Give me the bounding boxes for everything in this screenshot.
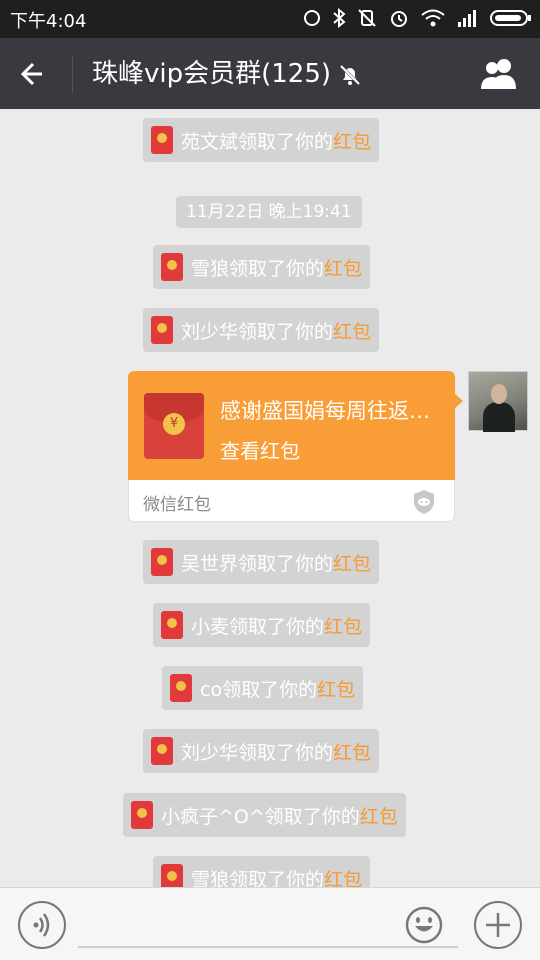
bubble-tail	[454, 393, 463, 409]
red-packet-link[interactable]: 红包	[324, 254, 362, 281]
status-time: 下午4:04	[10, 11, 87, 32]
chat-header: 珠峰vip会员群(125)	[0, 38, 540, 109]
vibrate-off-icon	[356, 8, 378, 32]
alarm-icon	[388, 8, 410, 32]
system-message: 刘少华领取了你的 红包	[143, 308, 380, 352]
system-message-text: 雪狼领取了你的	[191, 868, 325, 888]
system-message: 小麦领取了你的 红包	[153, 603, 371, 647]
red-packet-icon	[151, 316, 173, 344]
red-envelope-icon: ¥	[144, 393, 204, 459]
arrow-left-icon	[20, 62, 42, 86]
red-packet-link[interactable]: 红包	[333, 127, 371, 154]
red-packet-icon	[161, 864, 183, 887]
chat-messages[interactable]: 苑文斌领取了你的 红包 11月22日 晚上19:41 雪狼领取了你的 红包 刘少华领…	[0, 109, 540, 887]
system-message: 雪狼领取了你的 红包	[153, 856, 371, 888]
wechat-red-packet-label: 微信红包	[143, 495, 211, 515]
battery-icon	[490, 8, 532, 32]
system-message-text: 刘少华领取了你的	[181, 741, 334, 764]
system-message-text: 小疯子^O^领取了你的	[161, 805, 360, 828]
red-packet-icon	[161, 253, 183, 281]
red-packet-link[interactable]: 红包	[324, 612, 362, 639]
status-bar: 下午4:04	[0, 0, 540, 38]
system-message-text: 苑文斌领取了你的	[181, 130, 334, 153]
red-packet-link[interactable]: 红包	[317, 675, 355, 702]
header-divider	[72, 56, 73, 92]
plus-icon	[486, 913, 510, 937]
red-packet-link[interactable]: 红包	[333, 549, 371, 576]
voice-icon	[33, 913, 50, 937]
red-packet-link[interactable]: 红包	[360, 802, 398, 829]
system-message-text: co领取了你的	[200, 678, 318, 701]
system-message-text: 吴世界领取了你的	[181, 552, 334, 575]
red-packet-message[interactable]: ¥ 感谢盛国娟每周往返… 查看红包 微信红包	[128, 371, 463, 522]
view-red-packet-label: 查看红包	[220, 439, 300, 463]
signal-icon	[456, 8, 480, 32]
red-packet-icon	[161, 611, 183, 639]
system-message: 苑文斌领取了你的 红包	[143, 118, 380, 162]
emoji-icon	[405, 906, 443, 944]
red-packet-icon	[151, 548, 173, 576]
muted-bell-icon	[337, 62, 363, 88]
red-packet-link[interactable]: 红包	[324, 865, 362, 888]
group-title: 珠峰vip会员群(125)	[92, 59, 332, 89]
voice-toggle-button[interactable]	[18, 901, 66, 949]
system-message: 刘少华领取了你的 红包	[143, 729, 380, 773]
red-packet-card[interactable]: ¥ 感谢盛国娟每周往返… 查看红包	[128, 371, 455, 480]
system-message-text: 刘少华领取了你的	[181, 320, 334, 343]
people-icon	[481, 59, 516, 89]
red-packet-greeting: 感谢盛国娟每周往返…	[220, 399, 430, 423]
red-packet-link[interactable]: 红包	[333, 317, 371, 344]
group-members-button[interactable]	[478, 56, 520, 92]
sync-icon	[302, 8, 322, 32]
system-message-text: 雪狼领取了你的	[191, 257, 325, 280]
avatar[interactable]	[468, 371, 528, 432]
more-actions-button[interactable]	[474, 901, 522, 949]
wifi-icon	[420, 8, 446, 32]
red-packet-footer: 微信红包	[128, 480, 455, 522]
system-message: 小疯子^O^领取了你的 红包	[123, 793, 406, 837]
red-packet-icon	[151, 737, 173, 765]
red-packet-icon	[151, 126, 173, 154]
red-packet-icon	[131, 801, 153, 829]
shield-icon	[414, 490, 434, 514]
red-packet-link[interactable]: 红包	[333, 738, 371, 765]
back-button[interactable]	[16, 54, 56, 94]
bluetooth-icon	[332, 7, 346, 32]
input-bar	[0, 887, 540, 960]
emoji-button[interactable]	[400, 901, 448, 949]
red-packet-icon	[170, 674, 192, 702]
timestamp: 11月22日 晚上19:41	[176, 196, 362, 228]
system-message-text: 小麦领取了你的	[191, 615, 325, 638]
status-icons	[302, 7, 532, 32]
system-message: 吴世界领取了你的 红包	[143, 540, 380, 584]
system-message: 雪狼领取了你的 红包	[153, 245, 371, 289]
coin-icon: ¥	[163, 413, 185, 435]
system-message: co领取了你的 红包	[162, 666, 364, 710]
